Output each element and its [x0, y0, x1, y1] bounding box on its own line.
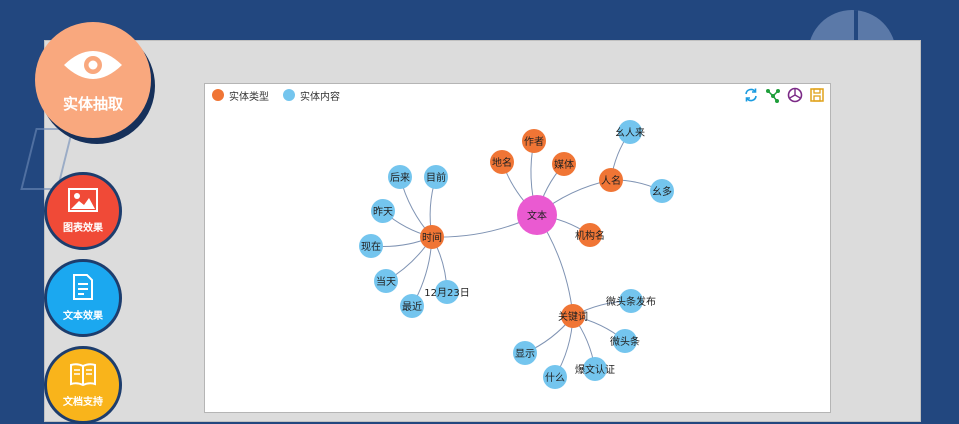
entity-extraction-label: 实体抽取	[62, 94, 123, 113]
graph-node-t6[interactable]: 最近	[400, 294, 424, 318]
graph-node-label: 媒体	[554, 159, 574, 171]
graph-node-label: 时间	[422, 231, 442, 244]
graph-node-author[interactable]: 作者	[522, 129, 546, 153]
eye-icon	[62, 47, 124, 87]
chart-effect-button[interactable]: 图表效果	[44, 172, 122, 250]
entity-graph[interactable]: 文本 作者地名 媒体人名机构名 时间关键词 幺人来幺多 后来 目前昨天现在当天最近12月23…	[205, 84, 831, 413]
graph-node-label: 现在	[361, 241, 381, 253]
graph-node-label: 目前	[426, 171, 446, 184]
graph-node-k3[interactable]: 爆文认证	[575, 357, 615, 381]
graph-node-label: 爆文认证	[575, 363, 615, 376]
graph-node-label: 地名	[492, 156, 512, 169]
graph-node-p2[interactable]: 幺多	[650, 179, 674, 203]
graph-node-k2[interactable]: 微头条	[610, 329, 640, 353]
graph-node-label: 显示	[515, 348, 535, 360]
chart-effect-label: 图表效果	[63, 223, 103, 234]
graph-node-label: 什么	[545, 372, 565, 384]
graph-node-keyword[interactable]: 关键词	[558, 304, 588, 328]
graph-node-label: 人名	[601, 174, 621, 187]
graph-node-p1[interactable]: 幺人来	[615, 120, 645, 144]
graph-node-label: 微头条	[610, 335, 640, 348]
graph-node-t7[interactable]: 12月23日	[424, 280, 470, 304]
text-effect-label: 文本效果	[63, 311, 103, 322]
graph-node-label: 最近	[402, 300, 422, 313]
graph-node-label: 微头条发布	[606, 295, 656, 308]
graph-node-k4[interactable]: 什么	[543, 365, 567, 389]
graph-node-t3[interactable]: 昨天	[371, 199, 395, 223]
graph-node-t5[interactable]: 当天	[374, 269, 398, 293]
graph-node-org[interactable]: 机构名	[575, 223, 605, 247]
document-support-label: 文档支持	[63, 397, 103, 408]
graph-node-label: 文本	[527, 209, 547, 222]
graph-node-label: 后来	[390, 172, 410, 184]
graph-node-t4[interactable]: 现在	[359, 234, 383, 258]
graph-node-label: 机构名	[575, 229, 605, 242]
graph-node-label: 幺人来	[615, 126, 645, 139]
graph-node-label: 幺多	[652, 185, 672, 198]
graph-node-k1[interactable]: 微头条发布	[606, 289, 656, 313]
text-effect-button[interactable]: 文本效果	[44, 259, 122, 337]
entity-extraction-button[interactable]: 实体抽取	[35, 22, 151, 138]
graph-node-label: 12月23日	[424, 287, 469, 299]
graph-node-t1[interactable]: 后来	[388, 165, 412, 189]
graph-node-media[interactable]: 媒体	[552, 152, 576, 176]
image-icon	[68, 188, 98, 216]
graph-node-time[interactable]: 时间	[420, 225, 444, 249]
graph-node-person[interactable]: 人名	[599, 168, 623, 192]
graph-node-place[interactable]: 地名	[490, 150, 514, 174]
graph-node-label: 当天	[376, 275, 396, 288]
entity-graph-card: 实体类型 实体内容 文本 作者 地名 媒体 人名 机构名 时间 关键词 幺人来 幺多 后来 目前 昨天现…	[204, 83, 831, 413]
graph-node-root[interactable]: 文本	[517, 195, 557, 235]
document-support-button[interactable]: 文档支持	[44, 346, 122, 424]
graph-node-label: 关键词	[558, 310, 588, 323]
document-icon	[72, 274, 94, 304]
book-icon	[69, 362, 97, 390]
graph-node-k5[interactable]: 显示	[513, 341, 537, 365]
graph-node-label: 作者	[524, 136, 544, 148]
graph-node-t2[interactable]: 目前	[424, 165, 448, 189]
graph-node-label: 昨天	[373, 206, 393, 218]
